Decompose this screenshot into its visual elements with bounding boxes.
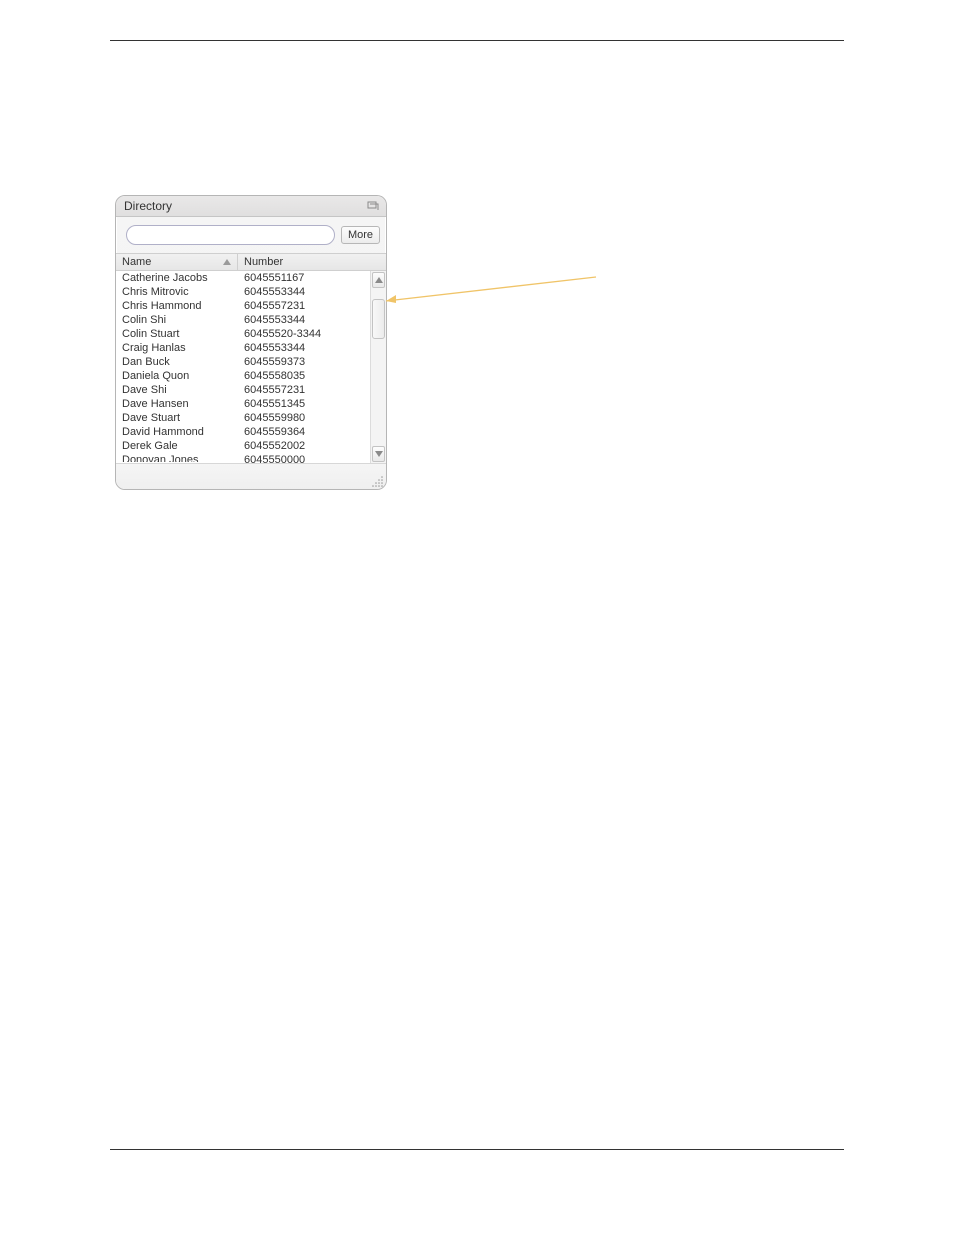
cell-name: Dan Buck bbox=[116, 356, 238, 368]
table-row[interactable]: Catherine Jacobs6045551167 bbox=[116, 271, 370, 285]
column-header-number-label: Number bbox=[244, 256, 283, 268]
cell-name: Colin Shi bbox=[116, 314, 238, 326]
table-body-wrap: Catherine Jacobs6045551167Chris Mitrovic… bbox=[116, 271, 386, 463]
cell-number: 6045551167 bbox=[238, 272, 370, 284]
cell-name: Chris Mitrovic bbox=[116, 286, 238, 298]
resize-grip-icon[interactable] bbox=[372, 475, 384, 487]
panel-title: Directory bbox=[124, 199, 172, 213]
table-row[interactable]: Colin Shi6045553344 bbox=[116, 313, 370, 327]
cell-name: Chris Hammond bbox=[116, 300, 238, 312]
table-row[interactable]: Donovan Jones6045550000 bbox=[116, 453, 370, 463]
cell-name: Catherine Jacobs bbox=[116, 272, 238, 284]
detach-icon[interactable] bbox=[366, 200, 380, 212]
toolbar: More bbox=[116, 217, 386, 253]
cell-name: Colin Stuart bbox=[116, 328, 238, 340]
cell-number: 60455520-3344 bbox=[238, 328, 370, 340]
table-row[interactable]: Chris Hammond6045557231 bbox=[116, 299, 370, 313]
table-body: Catherine Jacobs6045551167Chris Mitrovic… bbox=[116, 271, 370, 463]
panel-footer bbox=[116, 463, 386, 489]
cell-number: 6045553344 bbox=[238, 286, 370, 298]
sort-asc-icon bbox=[223, 259, 231, 265]
cell-name: Craig Hanlas bbox=[116, 342, 238, 354]
search-wrap bbox=[126, 225, 335, 245]
scrollbar bbox=[370, 271, 386, 463]
cell-number: 6045553344 bbox=[238, 342, 370, 354]
cell-name: Dave Shi bbox=[116, 384, 238, 396]
table-row[interactable]: Dan Buck6045559373 bbox=[116, 355, 370, 369]
cell-name: Daniela Quon bbox=[116, 370, 238, 382]
search-input[interactable] bbox=[135, 229, 326, 241]
cell-name: Derek Gale bbox=[116, 440, 238, 452]
column-header-name[interactable]: Name bbox=[116, 254, 238, 270]
scroll-down-button[interactable] bbox=[372, 446, 385, 462]
cell-name: Dave Stuart bbox=[116, 412, 238, 424]
column-header-name-label: Name bbox=[122, 256, 151, 268]
directory-panel: Directory More Name Number Catherine Jac… bbox=[115, 195, 387, 490]
cell-number: 6045558035 bbox=[238, 370, 370, 382]
cell-number: 6045557231 bbox=[238, 300, 370, 312]
cell-name: Donovan Jones bbox=[116, 454, 238, 462]
cell-number: 6045559373 bbox=[238, 356, 370, 368]
cell-number: 6045559980 bbox=[238, 412, 370, 424]
scroll-track[interactable] bbox=[371, 289, 386, 445]
table-row[interactable]: Dave Shi6045557231 bbox=[116, 383, 370, 397]
table-row[interactable]: Derek Gale6045552002 bbox=[116, 439, 370, 453]
callout-arrow bbox=[386, 275, 596, 305]
cell-name: Dave Hansen bbox=[116, 398, 238, 410]
cell-number: 6045553344 bbox=[238, 314, 370, 326]
cell-number: 6045550000 bbox=[238, 454, 370, 462]
panel-header: Directory bbox=[116, 196, 386, 217]
cell-number: 6045552002 bbox=[238, 440, 370, 452]
cell-name: David Hammond bbox=[116, 426, 238, 438]
table-header: Name Number bbox=[116, 253, 386, 271]
scroll-thumb[interactable] bbox=[372, 299, 385, 339]
cell-number: 6045557231 bbox=[238, 384, 370, 396]
table-row[interactable]: David Hammond6045559364 bbox=[116, 425, 370, 439]
cell-number: 6045551345 bbox=[238, 398, 370, 410]
table-row[interactable]: Colin Stuart60455520-3344 bbox=[116, 327, 370, 341]
scroll-up-button[interactable] bbox=[372, 272, 385, 288]
table-row[interactable]: Dave Hansen6045551345 bbox=[116, 397, 370, 411]
table-row[interactable]: Dave Stuart6045559980 bbox=[116, 411, 370, 425]
cell-number: 6045559364 bbox=[238, 426, 370, 438]
table-row[interactable]: Craig Hanlas6045553344 bbox=[116, 341, 370, 355]
column-header-number[interactable]: Number bbox=[238, 254, 386, 270]
table-row[interactable]: Daniela Quon6045558035 bbox=[116, 369, 370, 383]
page-bottom-rule bbox=[110, 1149, 844, 1150]
page-top-rule bbox=[110, 40, 844, 41]
table-row[interactable]: Chris Mitrovic6045553344 bbox=[116, 285, 370, 299]
more-button[interactable]: More bbox=[341, 226, 380, 244]
